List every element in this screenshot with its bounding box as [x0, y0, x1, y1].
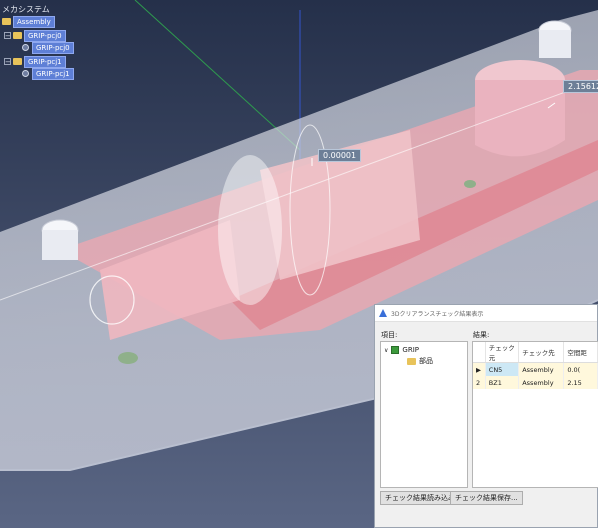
- pad-green: [118, 352, 138, 364]
- tree-part-label: GRIP-pcj0: [32, 41, 74, 54]
- results-label: 結果:: [473, 331, 490, 339]
- folder-icon: [13, 58, 22, 65]
- tree-group-label: GRIP-pcj0: [24, 29, 66, 42]
- items-label: 項目:: [381, 331, 398, 339]
- clearance-shape: [218, 155, 282, 305]
- save-results-button[interactable]: チェック結果保存...: [450, 491, 523, 505]
- cell-dist[interactable]: 0.0(: [563, 362, 598, 376]
- dimension-label-left: 0.00001: [318, 149, 362, 162]
- table-header: チェック元 チェック先 空間距: [473, 342, 598, 363]
- table-row[interactable]: 2 BZ1 Assembly 2.15: [473, 376, 598, 389]
- tree-item-label: 部品: [419, 357, 433, 365]
- dialog-title-bar[interactable]: 3Dクリアランスチェック結果表示: [375, 305, 597, 322]
- grip-icon: [391, 346, 400, 354]
- tree-group-1[interactable]: − GRIP-pcj1: [4, 55, 66, 68]
- col-header[interactable]: 空間距: [563, 342, 598, 363]
- tree-group-0[interactable]: − GRIP-pcj0: [4, 29, 66, 42]
- part-icon: [22, 70, 29, 77]
- table-row[interactable]: ▶ CN5 Assembly 0.0(: [473, 362, 598, 376]
- col-header[interactable]: [473, 342, 486, 363]
- tree-assembly-label: Assembly: [13, 15, 55, 28]
- tree-group-label: GRIP-pcj1: [24, 55, 66, 68]
- part-icon: [22, 44, 29, 51]
- dimension-label-right: 2.15612: [563, 80, 598, 93]
- cell-to[interactable]: Assembly: [518, 362, 565, 376]
- tree-item-grip[interactable]: ∨ GRIP: [384, 345, 419, 355]
- folder-icon: [2, 18, 11, 25]
- folder-icon: [13, 32, 22, 39]
- boss-left-body: [42, 230, 78, 260]
- cell-to[interactable]: Assembly: [518, 376, 565, 389]
- app-icon: [379, 309, 387, 317]
- col-header[interactable]: チェック元: [485, 342, 520, 363]
- tree-item-label: GRIP: [402, 346, 419, 354]
- expand-icon[interactable]: −: [4, 58, 11, 66]
- results-table: チェック元 チェック先 空間距 ▶ CN5 Assembly 0.0( 2 BZ…: [473, 342, 598, 389]
- tree-title: メカシステム: [2, 5, 50, 14]
- pad-green-2: [464, 180, 476, 188]
- tree-part-0[interactable]: GRIP-pcj0: [22, 41, 74, 54]
- items-tree-pane[interactable]: ∨ GRIP 部品: [380, 341, 468, 488]
- component-bz1: [475, 80, 565, 157]
- folder-icon: [407, 357, 416, 365]
- expand-icon[interactable]: −: [4, 32, 11, 40]
- boss-right-body: [539, 30, 571, 58]
- dialog-title: 3Dクリアランスチェック結果表示: [391, 310, 484, 318]
- tree-assembly[interactable]: Assembly: [2, 15, 55, 28]
- tree-item-parts[interactable]: 部品: [407, 356, 433, 366]
- cell-dist[interactable]: 2.15: [563, 376, 598, 389]
- clearance-result-dialog: 3Dクリアランスチェック結果表示 項目: 結果: ∨ GRIP 部品 チェック元…: [374, 304, 598, 528]
- row-index: 2: [473, 376, 486, 389]
- cell-from[interactable]: CN5: [485, 362, 520, 376]
- tree-part-label: GRIP-pcj1: [32, 67, 74, 80]
- tree-part-1[interactable]: GRIP-pcj1: [22, 67, 74, 80]
- results-table-pane[interactable]: チェック元 チェック先 空間距 ▶ CN5 Assembly 0.0( 2 BZ…: [472, 341, 598, 488]
- cell-from[interactable]: BZ1: [485, 376, 520, 389]
- col-header[interactable]: チェック先: [518, 342, 565, 363]
- row-indicator: ▶: [473, 362, 486, 376]
- chevron-down-icon[interactable]: ∨: [384, 347, 388, 354]
